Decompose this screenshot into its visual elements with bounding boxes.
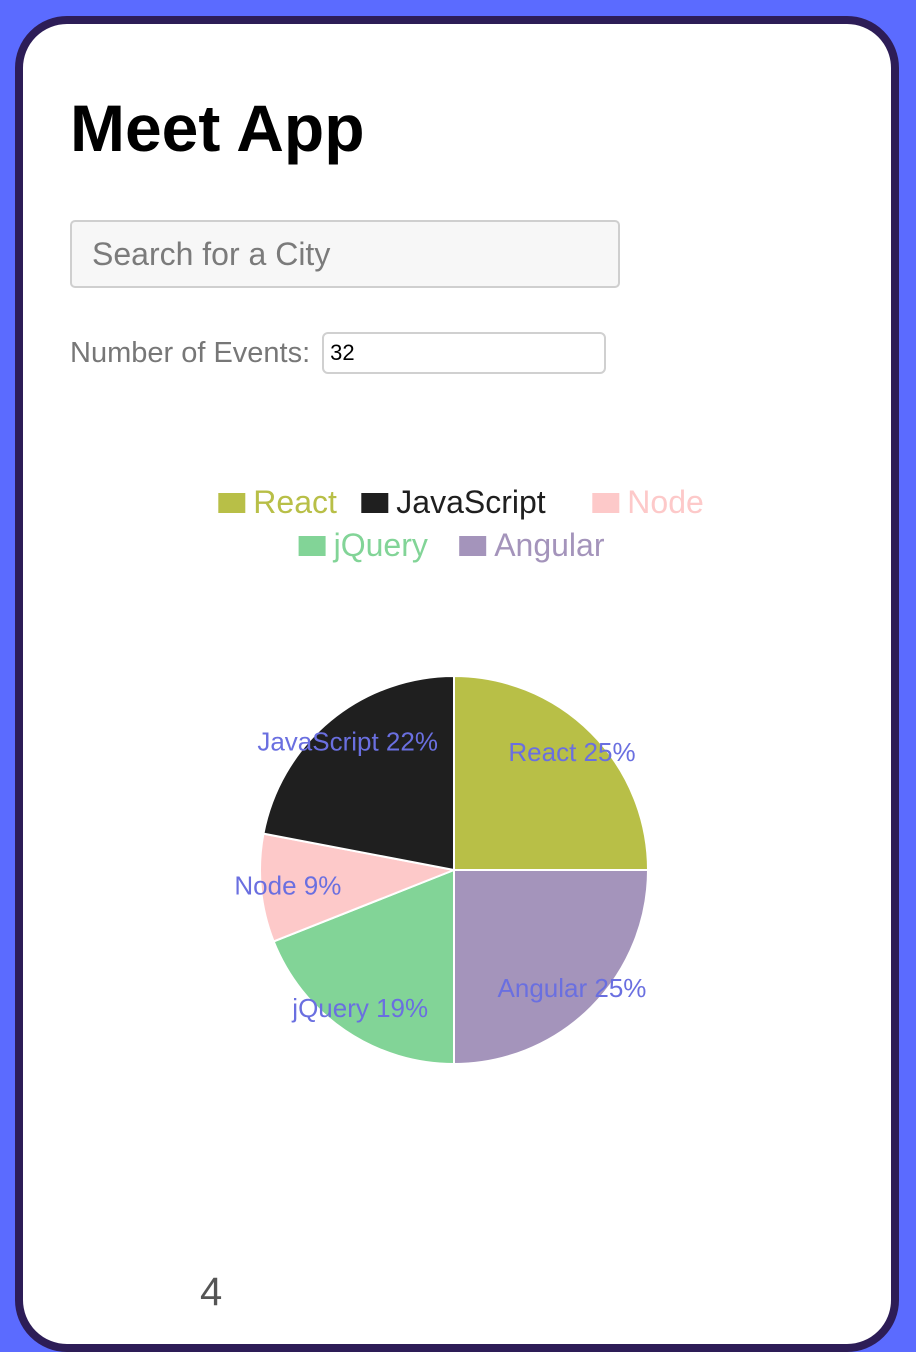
- pie-slice-react[interactable]: [453, 674, 650, 871]
- pie-data-label-angular: Angular 25%: [498, 973, 647, 1003]
- genre-pie-chart: React JavaScript Node jQuery Angular React 25…: [218, 484, 704, 1066]
- legend-label: React: [253, 484, 337, 520]
- legend-label: jQuery: [333, 527, 428, 563]
- legend-label: Angular: [494, 527, 605, 563]
- legend-item-javascript[interactable]: JavaScript: [361, 484, 546, 520]
- legend-swatch: [459, 536, 487, 556]
- legend-item-react[interactable]: React: [218, 484, 337, 520]
- pie-data-label-react: React 25%: [508, 737, 635, 767]
- legend-item-node[interactable]: Node: [592, 484, 704, 520]
- pie-data-label-javascript: JavaScript 22%: [257, 726, 438, 756]
- pie-slice-angular[interactable]: [453, 869, 650, 1066]
- legend-swatch: [361, 493, 389, 513]
- legend-item-jquery[interactable]: jQuery: [298, 527, 428, 563]
- pie-data-label-node: Node 9%: [234, 871, 341, 901]
- legend-label: Node: [627, 484, 704, 520]
- legend-swatch: [218, 493, 246, 513]
- partial-text: 4: [200, 1270, 223, 1314]
- legend-swatch: [592, 493, 620, 513]
- legend-item-angular[interactable]: Angular: [459, 527, 605, 563]
- legend-label: JavaScript: [396, 484, 546, 520]
- legend-swatch: [298, 536, 326, 556]
- pie-data-label-jquery: jQuery 19%: [291, 993, 428, 1023]
